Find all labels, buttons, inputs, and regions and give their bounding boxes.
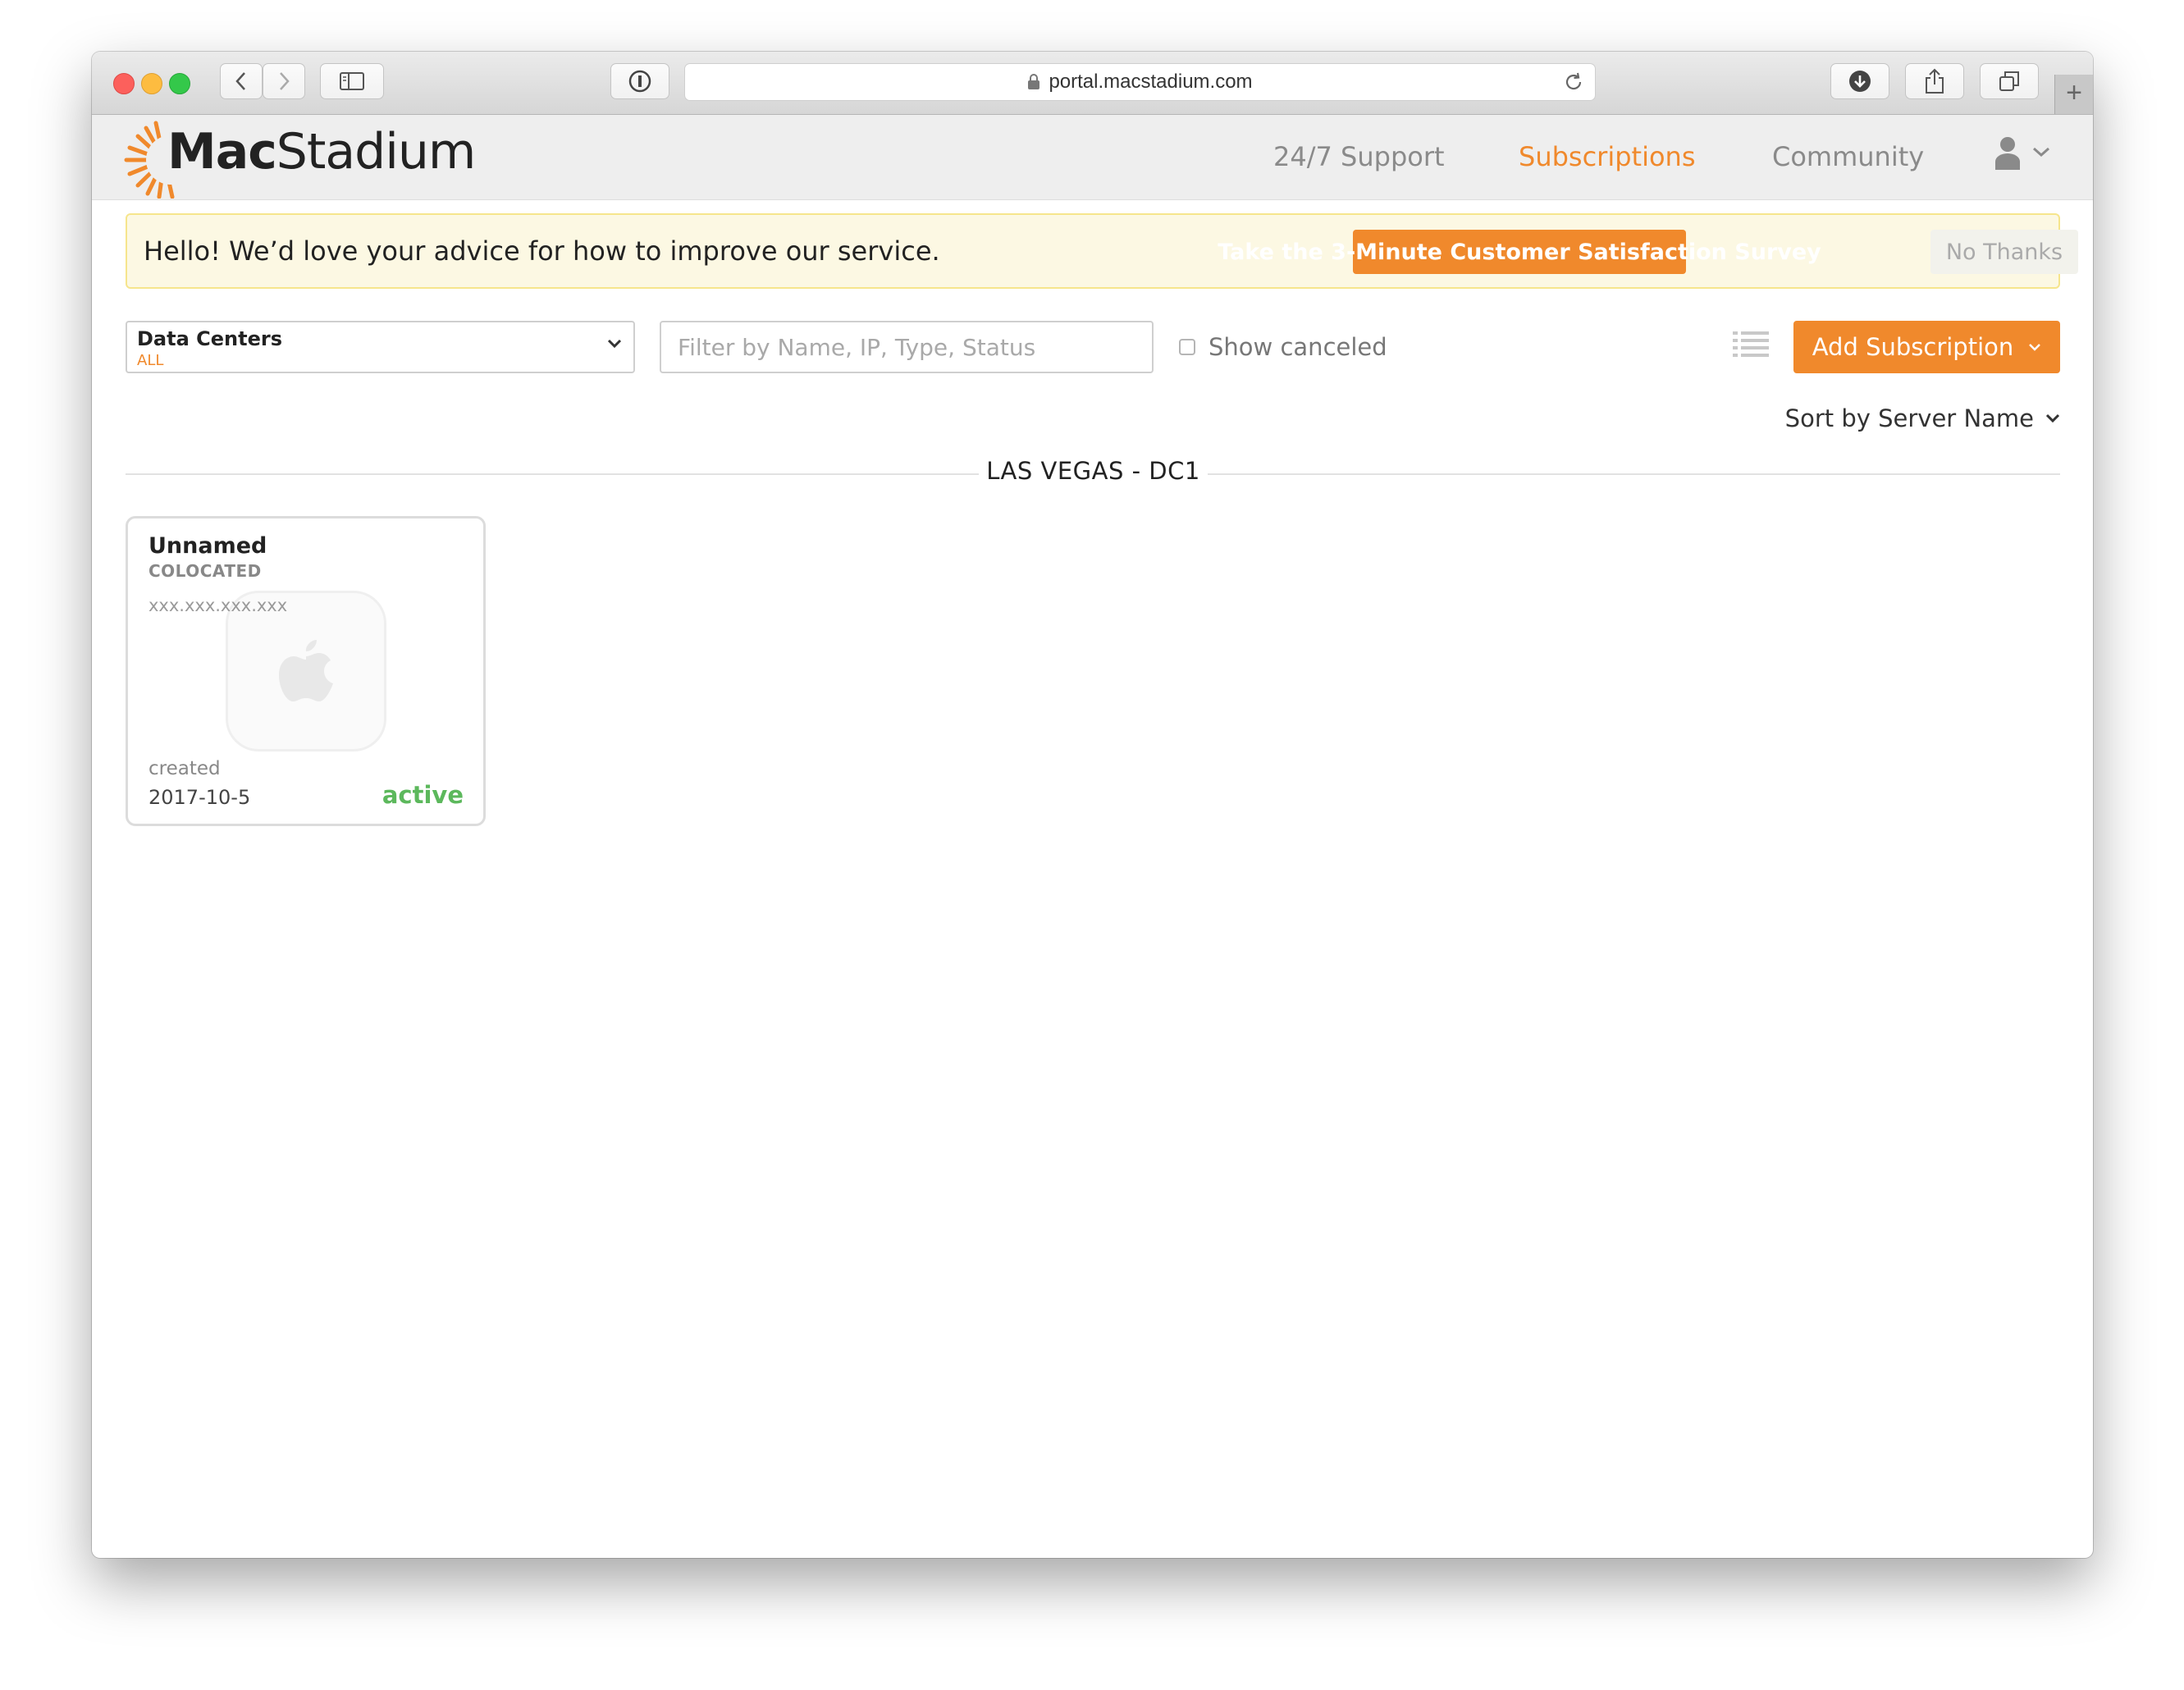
server-card[interactable]: Unnamed COLOCATED xxx.xxx.xxx.xxx create…: [126, 516, 486, 826]
lock-icon: [1028, 74, 1040, 89]
datacenter-select-value: ALL: [137, 352, 164, 369]
add-subscription-button[interactable]: Add Subscription: [1793, 321, 2060, 373]
new-tab-button[interactable]: +: [2054, 75, 2093, 114]
share-icon: [1926, 68, 1944, 94]
datacenter-select[interactable]: Data Centers ALL: [126, 321, 635, 373]
macstadium-logo[interactable]: MacStadium: [167, 123, 476, 180]
server-ip: xxx.xxx.xxx.xxx: [148, 596, 288, 615]
survey-banner: Hello! We’d love your advice for how to …: [126, 213, 2078, 289]
site-header: MacStadium 24/7 Support Subscriptions Co…: [92, 115, 2093, 200]
list-view-icon[interactable]: [1733, 330, 1769, 359]
take-survey-button[interactable]: Take the 3-Minute Customer Satisfaction …: [1218, 230, 1821, 274]
share-button[interactable]: [1905, 63, 1964, 99]
show-canceled-toggle[interactable]: Show canceled: [1179, 333, 1387, 361]
show-canceled-label: Show canceled: [1209, 333, 1387, 361]
nav-community[interactable]: Community: [1772, 141, 1924, 172]
close-window-button[interactable]: [113, 73, 135, 94]
datacenter-heading: LAS VEGAS - DC1: [986, 457, 1200, 485]
add-subscription-label: Add Subscription: [1812, 333, 2014, 361]
datacenter-select-label: Data Centers: [137, 327, 282, 350]
status-badge: active: [382, 781, 464, 809]
one-password-icon: [628, 70, 651, 93]
chevron-down-icon[interactable]: [2032, 146, 2050, 158]
created-label: created: [148, 758, 221, 779]
chevron-right-icon: [280, 72, 290, 90]
tabs-icon: [1999, 71, 2019, 91]
zoom-window-button[interactable]: [169, 73, 190, 94]
nav-support[interactable]: 24/7 Support: [1273, 141, 1445, 172]
browser-window: portal.macstadium.com + MacStadium 24/7 …: [92, 52, 2093, 1558]
tabs-overview-button[interactable]: [1980, 63, 2039, 99]
server-type: COLOCATED: [148, 561, 262, 581]
back-button[interactable]: [220, 63, 263, 99]
browser-toolbar: portal.macstadium.com +: [92, 52, 2093, 115]
url-text: portal.macstadium.com: [1049, 71, 1253, 93]
chevron-down-icon: [607, 339, 622, 349]
sort-dropdown[interactable]: Sort by Server Name: [1785, 404, 2060, 432]
chevron-down-icon: [2045, 413, 2060, 423]
forward-button[interactable]: [263, 63, 305, 99]
no-thanks-button[interactable]: No Thanks: [1930, 230, 2078, 274]
user-icon[interactable]: [1994, 135, 2022, 171]
minimize-window-button[interactable]: [141, 73, 162, 94]
address-bar[interactable]: portal.macstadium.com: [684, 63, 1596, 101]
filter-input[interactable]: [660, 321, 1154, 373]
sidebar-icon: [340, 72, 364, 90]
section-divider: [1208, 473, 2060, 475]
created-date: 2017-10-5: [148, 786, 251, 809]
nav-subscriptions[interactable]: Subscriptions: [1519, 141, 1696, 172]
chevron-down-icon: [2029, 344, 2041, 351]
server-name: Unnamed: [148, 533, 267, 559]
download-icon: [1849, 71, 1871, 92]
sort-label: Sort by Server Name: [1784, 404, 2034, 432]
show-canceled-checkbox[interactable]: [1179, 339, 1195, 355]
chevron-left-icon: [235, 72, 245, 90]
sidebar-toggle-button[interactable]: [320, 63, 384, 99]
downloads-button[interactable]: [1830, 63, 1889, 99]
reload-icon[interactable]: [1562, 71, 1585, 94]
section-divider: [126, 473, 979, 475]
password-manager-button[interactable]: [610, 63, 669, 99]
banner-message: Hello! We’d love your advice for how to …: [144, 235, 940, 267]
apple-logo-icon: [279, 640, 333, 701]
